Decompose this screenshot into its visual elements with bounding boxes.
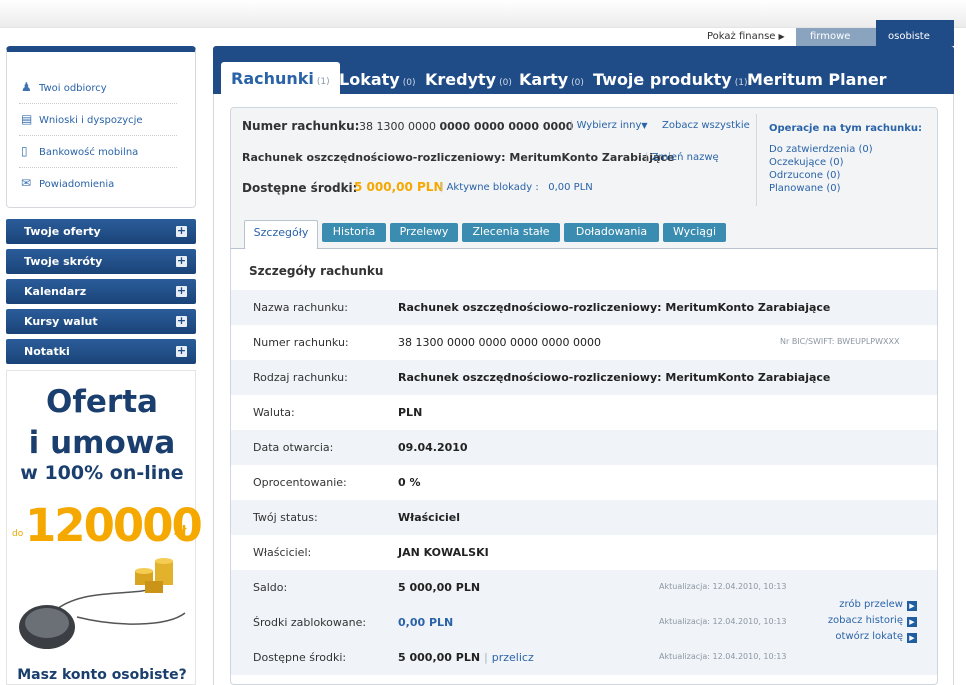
subtab-history[interactable]: Historia <box>322 223 386 242</box>
account-operations: Operacje na tym rachunku: Do zatwierdzen… <box>756 114 930 206</box>
promo-line1: Oferta <box>46 384 158 420</box>
promo-line3: w 100% on-line <box>20 462 184 484</box>
promo-currency: zł <box>174 524 187 539</box>
panel-calendar[interactable]: Kalendarz + <box>6 279 196 304</box>
make-transfer-link[interactable]: zrób przelew ▶ <box>791 597 917 613</box>
sidebar-item-applications[interactable]: ▤ Wnioski i dyspozycje <box>19 104 177 136</box>
quick-actions: zrób przelew ▶ zobacz historię ▶ otwórz lo… <box>791 597 917 645</box>
tab-cards[interactable]: Karty (0) <box>519 70 584 89</box>
rename-link[interactable]: | Zmień nazwę <box>645 152 719 163</box>
choose-other-account[interactable]: | Wybierz inny▼ <box>570 120 648 131</box>
detail-row: Dostępne środki: 5 000,00 PLN | przelicz A… <box>231 640 937 675</box>
recalculate-link[interactable]: przelicz <box>492 651 534 664</box>
details-title: Szczegóły rachunku <box>249 264 384 278</box>
top-strip <box>0 0 966 28</box>
detail-row: Numer rachunku: 38 1300 0000 0000 0000 00… <box>253 336 900 349</box>
tab-meritum-planner[interactable]: Meritum Planer <box>747 70 887 89</box>
account-number: 38 1300 0000 0000 0000 0000 0000 <box>359 120 574 133</box>
plus-icon: + <box>176 344 187 357</box>
subtab-transfers[interactable]: Przelewy <box>390 223 458 242</box>
sidebar-item-notifications[interactable]: ✉ Powiadomienia <box>19 168 177 200</box>
sidebar-links-box: ♟ Twoi odbiorcy ▤ Wnioski i dyspozycje ▯ Ba… <box>6 46 196 208</box>
products-header: Rachunki (1) Lokaty (0) Kredyty (0) Karty (0… <box>213 46 954 94</box>
account-subtabs: Szczegóły Historia Przelewy Zlecenia sta… <box>231 220 937 249</box>
op-planned[interactable]: Planowane (0) <box>769 182 930 195</box>
op-rejected[interactable]: Odrzucone (0) <box>769 169 930 182</box>
account-name: Rachunek oszczędnościowo-rozliczeniowy: … <box>242 151 675 164</box>
detail-row: Twój status: Właściciel <box>231 500 937 535</box>
panel-exchange-rates[interactable]: Kursy walut + <box>6 309 196 334</box>
detail-row: Właściciel: JAN KOWALSKI <box>253 546 489 559</box>
phone-icon: ▯ <box>21 144 28 158</box>
tab-personal[interactable]: osobiste <box>876 20 954 46</box>
dropdown-arrow-icon: ▼ <box>641 121 648 130</box>
subtab-topups[interactable]: Doładowania <box>564 223 659 242</box>
detail-row: Oprocentowanie: 0 % <box>253 476 421 489</box>
triangle-right-icon: ▶ <box>778 32 785 41</box>
arrow-right-icon: ▶ <box>907 601 917 611</box>
notification-icon: ✉ <box>21 176 32 190</box>
op-to-approve[interactable]: Do zatwierdzenia (0) <box>769 143 930 156</box>
plus-icon: + <box>176 254 187 267</box>
plus-icon: + <box>176 224 187 237</box>
account-number-label: Numer rachunku: <box>242 119 360 133</box>
arrow-right-icon: ▶ <box>907 633 917 643</box>
detail-row: Rodzaj rachunku: Rachunek oszczędnościowo… <box>231 360 937 395</box>
subtab-details[interactable]: Szczegóły <box>244 220 318 249</box>
subtab-standing-orders[interactable]: Zlecenia stałe <box>462 223 560 242</box>
available-funds-label: Dostępne środki: <box>242 181 358 195</box>
detail-row: Nazwa rachunku: Rachunek oszczędnościowo-… <box>231 290 937 325</box>
panel-notes[interactable]: Notatki + <box>6 339 196 364</box>
operations-title: Operacje na tym rachunku: <box>769 123 923 134</box>
active-blocks[interactable]: | Aktywne blokady : 0,00 PLN <box>440 182 593 193</box>
tab-loans[interactable]: Kredyty (0) <box>425 70 512 89</box>
panel-your-offers[interactable]: Twoje oferty + <box>6 219 196 244</box>
show-finances-label: Pokaż finanse ▶ <box>707 31 785 42</box>
view-history-link[interactable]: zobacz historię ▶ <box>791 613 917 629</box>
mouse-coins-illustration <box>19 558 186 649</box>
op-pending[interactable]: Oczekujące (0) <box>769 156 930 169</box>
available-funds-value: 5 000,00 PLN <box>354 180 444 194</box>
tab-deposits[interactable]: Lokaty (0) <box>339 70 415 89</box>
promo-question: Masz konto osobiste? <box>17 667 187 683</box>
sidebar-item-recipients[interactable]: ♟ Twoi odbiorcy <box>19 72 177 104</box>
subtab-statements[interactable]: Wyciągi <box>663 223 726 242</box>
plus-icon: + <box>176 284 187 297</box>
detail-row: Waluta: PLN <box>253 406 423 419</box>
tab-accounts[interactable]: Rachunki (1) <box>221 62 340 94</box>
see-all-link[interactable]: Zobacz wszystkie <box>662 120 750 131</box>
arrow-right-icon: ▶ <box>907 617 917 627</box>
promo-line2: i umowa <box>28 425 176 461</box>
promo-prefix: do <box>12 529 24 539</box>
person-icon: ♟ <box>21 80 32 94</box>
panel-your-shortcuts[interactable]: Twoje skróty + <box>6 249 196 274</box>
document-icon: ▤ <box>21 112 33 126</box>
sidebar-item-mobile-banking[interactable]: ▯ Bankowość mobilna <box>19 136 177 168</box>
plus-icon: + <box>176 314 187 327</box>
open-deposit-link[interactable]: otwórz lokatę ▶ <box>791 629 917 645</box>
detail-row: Data otwarcia: 09.04.2010 <box>231 430 937 465</box>
promo-banner[interactable]: Oferta i umowa w 100% on-line do 120000 … <box>6 370 203 685</box>
tab-business[interactable]: firmowe <box>796 28 876 46</box>
tab-your-products[interactable]: Twoje produkty (1) <box>593 70 747 89</box>
